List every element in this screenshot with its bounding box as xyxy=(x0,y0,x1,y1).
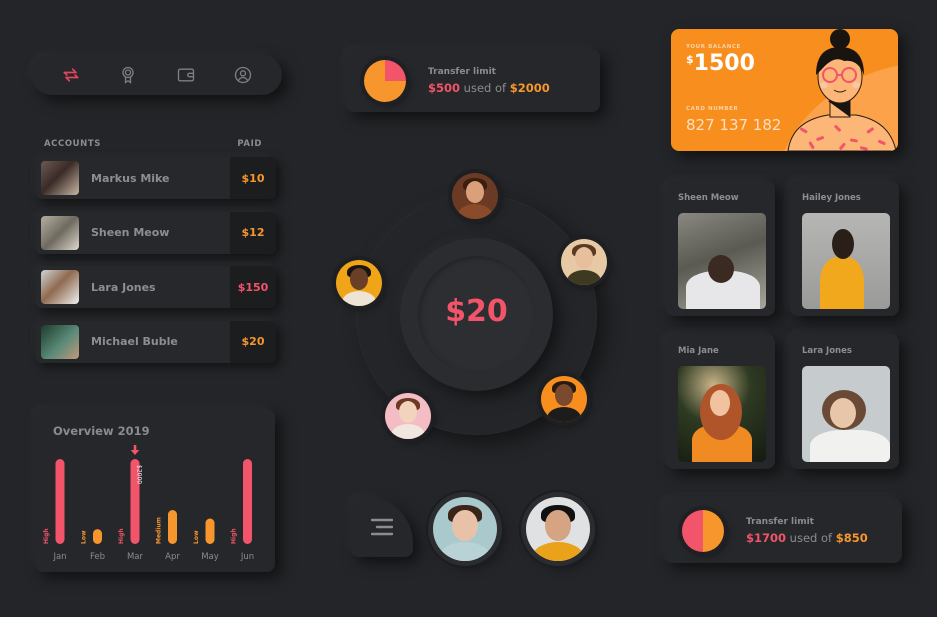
person-name: Lara Jones xyxy=(802,346,852,356)
wallet-icon xyxy=(177,68,194,82)
person-name: Hailey Jones xyxy=(802,193,861,203)
account-row[interactable]: Sheen Meow $12 xyxy=(36,211,276,254)
transfer-limit-card-bottom: Transfer limit $1700 used of $850 xyxy=(664,499,902,563)
top-nav xyxy=(32,55,282,95)
account-paid: $10 xyxy=(230,157,276,199)
balance-value: 1500 xyxy=(693,51,755,76)
x-tick-label: May xyxy=(201,552,219,562)
account-paid: $150 xyxy=(230,266,276,309)
transfer-limit-value: $500 used of $2000 xyxy=(428,81,550,95)
person-name: Sheen Meow xyxy=(678,193,739,203)
account-row[interactable]: Markus Mike $10 xyxy=(36,157,276,199)
transfer-total: $850 xyxy=(835,531,868,545)
account-name: Sheen Meow xyxy=(91,226,170,240)
center-amount: $20 xyxy=(445,294,508,329)
orbit-avatar-top[interactable] xyxy=(452,173,498,219)
card-number-label: CARD NUMBER xyxy=(686,106,739,112)
bottom-avatar-beanie[interactable] xyxy=(526,497,590,561)
bar-jan[interactable] xyxy=(55,459,65,544)
bar-level-label: Low xyxy=(81,530,88,544)
balance-currency: $ xyxy=(686,53,694,66)
hamburger-menu-icon xyxy=(371,518,393,536)
avatar xyxy=(41,270,79,305)
bar-may[interactable] xyxy=(205,518,215,545)
bottom-avatar-woman[interactable] xyxy=(433,497,497,561)
arrow-down-icon xyxy=(130,445,140,455)
transfer-used: $500 xyxy=(428,80,461,95)
person-name: Mia Jane xyxy=(678,346,719,356)
accounts-header: ACCOUNTS PAID xyxy=(44,139,262,149)
x-tick-label: Jun xyxy=(240,552,254,562)
account-row[interactable]: Michael Buble $20 xyxy=(36,320,276,363)
award-badge-icon xyxy=(122,66,134,84)
account-row[interactable]: Lara Jones $150 xyxy=(36,266,276,309)
transfer-limit-pie xyxy=(364,59,406,102)
nav-wallet-button[interactable] xyxy=(171,60,201,90)
orbit-avatar-bottom-right[interactable] xyxy=(541,376,587,422)
bar-feb[interactable] xyxy=(93,529,102,544)
overview-chart-card: Overview 2019 High Jan Low Feb High Mar $2000 M… xyxy=(35,409,275,572)
nav-transfer-button[interactable] xyxy=(56,60,86,90)
bar-level-label: Medium xyxy=(156,517,163,544)
orbit-avatar-bottom-left[interactable] xyxy=(385,393,431,439)
transfer-used: $1700 xyxy=(746,531,787,545)
accounts-label: ACCOUNTS xyxy=(44,139,102,149)
account-name: Lara Jones xyxy=(91,280,156,294)
transfer-limit-pie xyxy=(682,510,724,552)
menu-button[interactable] xyxy=(351,497,413,557)
transfer-used-of: used of xyxy=(463,80,507,95)
transfer-limit-label: Transfer limit xyxy=(746,517,814,527)
orbit-avatar-right[interactable] xyxy=(561,239,607,285)
balance-label: YOUR BALANCE xyxy=(686,44,741,50)
illustrated-woman-icon xyxy=(787,29,897,151)
balance-amount: $1500 xyxy=(686,51,755,76)
avatar xyxy=(41,324,79,359)
bar-apr[interactable] xyxy=(168,510,177,544)
transfer-limit-label: Transfer limit xyxy=(428,66,496,77)
transfer-limit-value: $1700 used of $850 xyxy=(746,531,868,545)
nav-profile-button[interactable] xyxy=(228,60,258,90)
x-tick-label: Mar xyxy=(127,552,144,562)
bar-level-label: High xyxy=(43,528,50,544)
transfer-total: $2000 xyxy=(509,80,550,95)
paid-label: PAID xyxy=(237,139,262,149)
account-paid: $20 xyxy=(230,320,276,363)
transfer-limit-card-top: Transfer limit $500 used of $2000 xyxy=(346,49,600,112)
person-card[interactable]: Mia Jane xyxy=(666,334,775,469)
person-photo xyxy=(678,366,766,462)
transfer-used-of: used of xyxy=(789,531,833,545)
account-name: Michael Buble xyxy=(91,335,178,349)
person-card[interactable]: Hailey Jones xyxy=(790,181,899,316)
card-number: 827 137 182 xyxy=(686,116,782,134)
overview-bar-chart: High Jan Low Feb High Mar $2000 Medium Apr Low May… xyxy=(43,445,254,562)
x-tick-label: Feb xyxy=(90,552,105,562)
person-card[interactable]: Lara Jones xyxy=(790,334,899,469)
bar-level-label: High xyxy=(231,528,238,544)
orbit-avatar-left[interactable] xyxy=(336,260,382,306)
person-photo xyxy=(678,213,766,309)
person-card[interactable]: Sheen Meow xyxy=(666,181,775,316)
user-profile-icon xyxy=(235,66,252,84)
accounts-list: Markus Mike $10 Sheen Meow $12 Lara Jone… xyxy=(36,157,276,375)
account-name: Markus Mike xyxy=(91,171,170,185)
transfer-arrows-icon xyxy=(63,68,79,82)
bar-jun[interactable] xyxy=(243,459,252,544)
bar-level-label: High xyxy=(118,528,125,544)
avatar xyxy=(41,161,79,195)
balance-card[interactable]: YOUR BALANCE $1500 CARD NUMBER 827 137 1… xyxy=(671,29,898,151)
bar-level-label: Low xyxy=(193,530,200,544)
x-tick-label: Jan xyxy=(52,552,66,562)
person-photo xyxy=(802,213,890,309)
account-paid: $12 xyxy=(230,211,276,254)
avatar xyxy=(41,215,79,250)
person-photo xyxy=(802,366,890,462)
nav-award-button[interactable] xyxy=(113,60,143,90)
bar-value-label: $2000 xyxy=(136,465,143,484)
x-tick-label: Apr xyxy=(165,552,180,562)
